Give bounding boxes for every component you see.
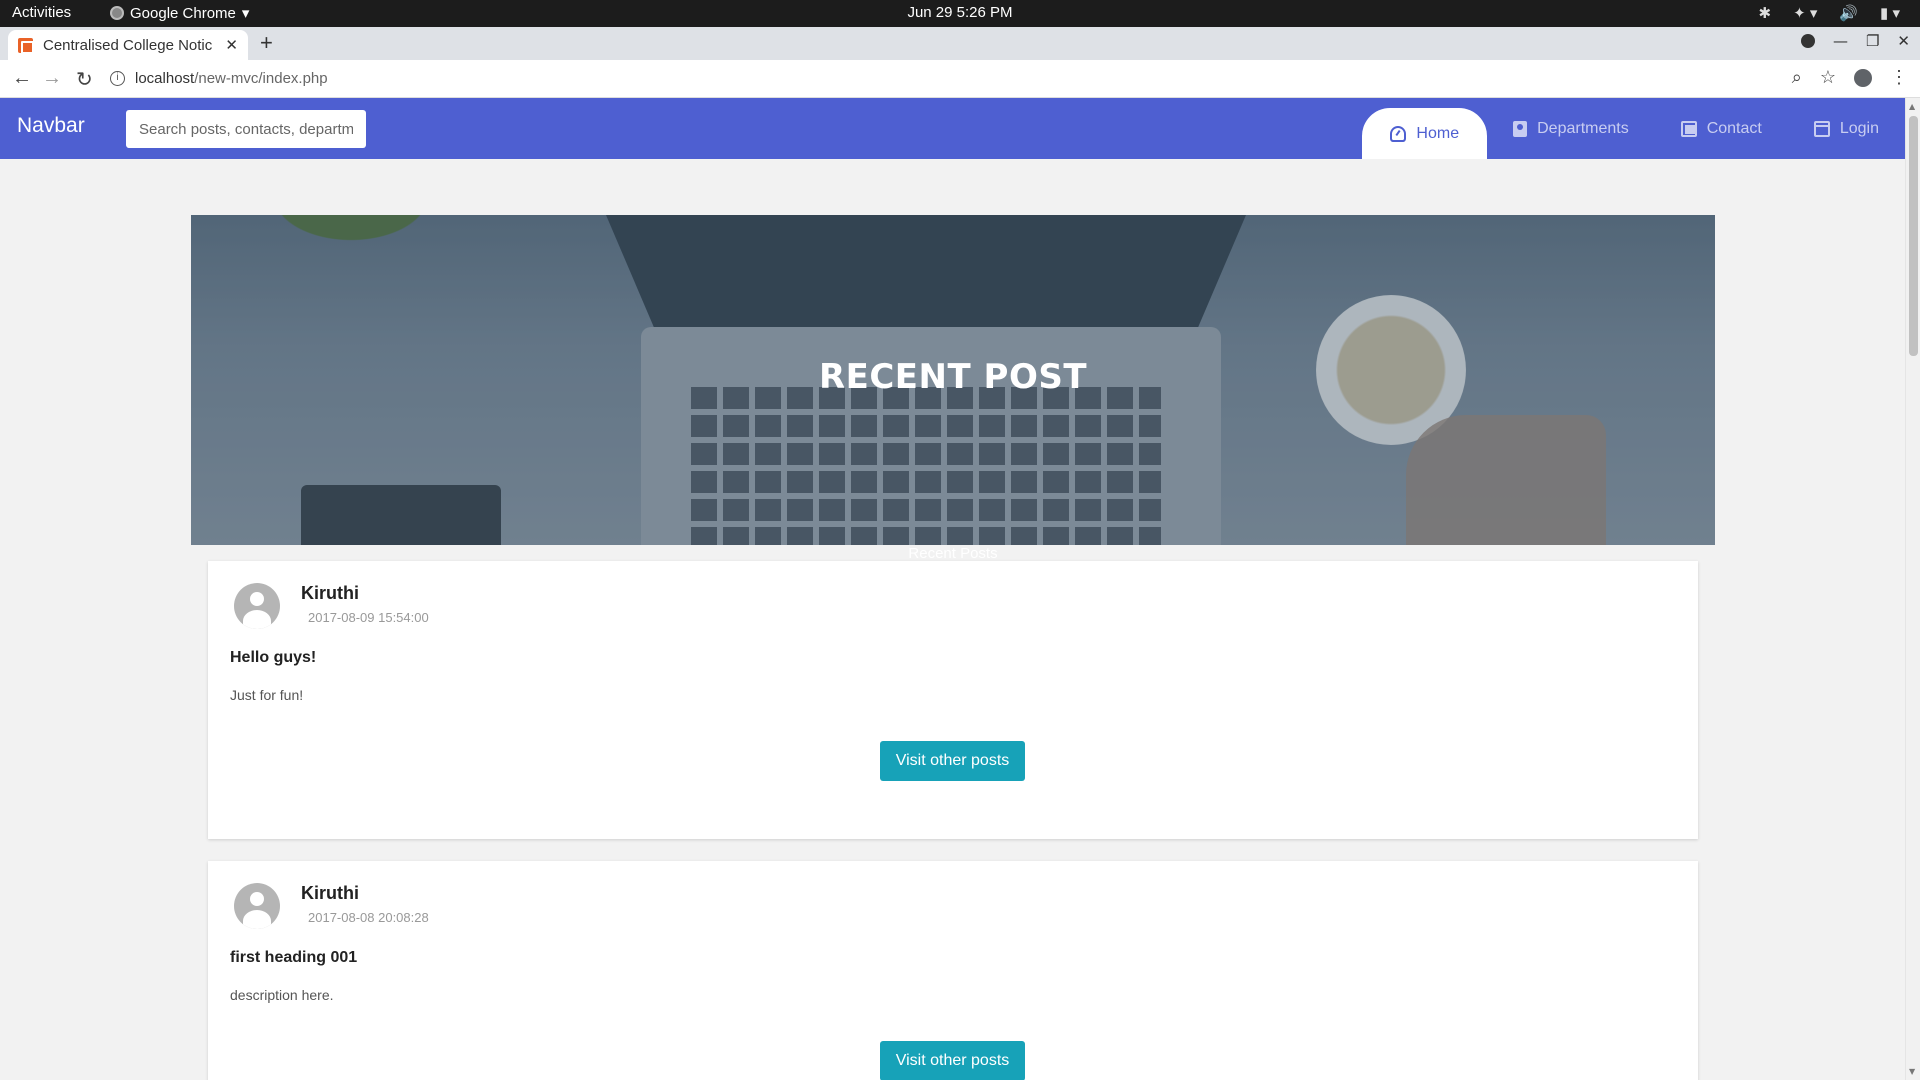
accessibility-icon: ✦ ▾ xyxy=(1793,5,1818,22)
navbar-brand[interactable]: Navbar xyxy=(17,114,85,138)
visit-other-posts-button[interactable]: Visit other posts xyxy=(880,1041,1025,1080)
system-top-bar: Activities Google Chrome ▾ Jun 29 5:26 P… xyxy=(0,0,1920,27)
browser-tab[interactable]: Centralised College Notic ✕ xyxy=(8,30,248,60)
avatar xyxy=(234,583,280,629)
hero-title: RECENT POST xyxy=(818,357,1088,397)
nav-item-label: Contact xyxy=(1706,119,1762,137)
post-author: Kiruthi xyxy=(301,883,359,903)
tab-search-icon[interactable] xyxy=(1800,34,1815,48)
bluetooth-icon: ✱ xyxy=(1758,5,1772,22)
hero-subtitle: Recent Posts xyxy=(908,545,998,562)
contact-card-icon xyxy=(1513,120,1528,137)
post-heading: Hello guys! xyxy=(230,649,317,666)
clock[interactable]: Jun 29 5:26 PM xyxy=(907,4,1012,21)
hero-banner: RECENT POST xyxy=(191,215,1715,545)
back-icon[interactable]: ← xyxy=(12,67,32,90)
volume-icon: 🔊 xyxy=(1839,5,1859,22)
scroll-down-icon[interactable]: ▼ xyxy=(1909,1067,1915,1076)
site-navbar: Navbar Home Departments Contact Login xyxy=(0,98,1905,159)
nav-item-departments[interactable]: Departments xyxy=(1487,98,1655,159)
site-info-icon[interactable]: i xyxy=(110,71,125,86)
restore-icon[interactable]: ❐ xyxy=(1866,32,1879,50)
url-host: localhost xyxy=(135,70,195,87)
calendar-icon xyxy=(1813,120,1830,137)
reload-icon[interactable]: ↻ xyxy=(76,67,93,92)
zoom-icon[interactable]: ⌕ xyxy=(1792,67,1802,88)
url-path: /new-mvc/index.php xyxy=(194,70,328,87)
scrollbar-thumb[interactable] xyxy=(1909,116,1918,356)
app-menu[interactable]: Google Chrome ▾ xyxy=(110,4,249,22)
copy-icon xyxy=(1680,120,1697,137)
address-bar[interactable]: i localhost/new-mvc/index.php xyxy=(110,64,1830,93)
browser-toolbar: ← → ↻ i localhost/new-mvc/index.php ⌕ ☆ … xyxy=(0,60,1920,98)
page-viewport: Navbar Home Departments Contact Login xyxy=(0,98,1905,1080)
post-date: 2017-08-09 15:54:00 xyxy=(308,610,429,625)
chrome-icon xyxy=(110,6,124,20)
scroll-up-icon[interactable]: ▲ xyxy=(1909,102,1915,111)
post-date: 2017-08-08 20:08:28 xyxy=(308,910,429,925)
nav-item-label: Login xyxy=(1839,119,1879,137)
page-scrollbar[interactable]: ▲ ▼ xyxy=(1905,98,1920,1080)
search-input[interactable] xyxy=(126,110,366,148)
post-card: Kiruthi 2017-08-08 20:08:28 first headin… xyxy=(208,861,1698,1080)
nav-item-home[interactable]: Home xyxy=(1362,108,1488,159)
kebab-menu-icon[interactable]: ⋮ xyxy=(1890,67,1908,88)
nav-item-label: Departments xyxy=(1537,119,1629,137)
new-tab-button[interactable]: + xyxy=(260,30,273,56)
caret-down-icon: ▾ xyxy=(241,5,250,22)
tab-title: Centralised College Notic xyxy=(43,36,213,54)
avatar xyxy=(234,883,280,929)
app-menu-label: Google Chrome xyxy=(130,4,236,22)
bookmark-star-icon[interactable]: ☆ xyxy=(1820,67,1836,88)
post-body: description here. xyxy=(230,987,334,1003)
activities-button[interactable]: Activities xyxy=(12,4,71,21)
post-card: Kiruthi 2017-08-09 15:54:00 Hello guys! … xyxy=(208,561,1698,839)
nav-item-login[interactable]: Login xyxy=(1788,98,1905,159)
nav-item-contact[interactable]: Contact xyxy=(1655,98,1788,159)
battery-icon: ▮ ▾ xyxy=(1880,5,1900,22)
minimize-icon[interactable]: — xyxy=(1833,32,1848,50)
favicon-icon xyxy=(18,37,34,54)
post-author: Kiruthi xyxy=(301,583,359,603)
close-tab-icon[interactable]: ✕ xyxy=(225,36,238,54)
dashboard-icon xyxy=(1390,125,1407,142)
forward-icon[interactable]: → xyxy=(42,67,62,90)
profile-icon[interactable] xyxy=(1854,68,1872,87)
nav-item-label: Home xyxy=(1416,124,1460,142)
tab-strip: Centralised College Notic ✕ + — ❐ ✕ xyxy=(0,27,1920,60)
post-body: Just for fun! xyxy=(230,687,304,703)
post-heading: first heading 001 xyxy=(230,949,358,966)
visit-other-posts-button[interactable]: Visit other posts xyxy=(880,741,1025,781)
system-tray[interactable]: ✱ ✦ ▾ 🔊 ▮ ▾ xyxy=(1759,4,1900,22)
window-controls: — ❐ ✕ xyxy=(1800,32,1910,50)
close-window-icon[interactable]: ✕ xyxy=(1897,32,1910,50)
